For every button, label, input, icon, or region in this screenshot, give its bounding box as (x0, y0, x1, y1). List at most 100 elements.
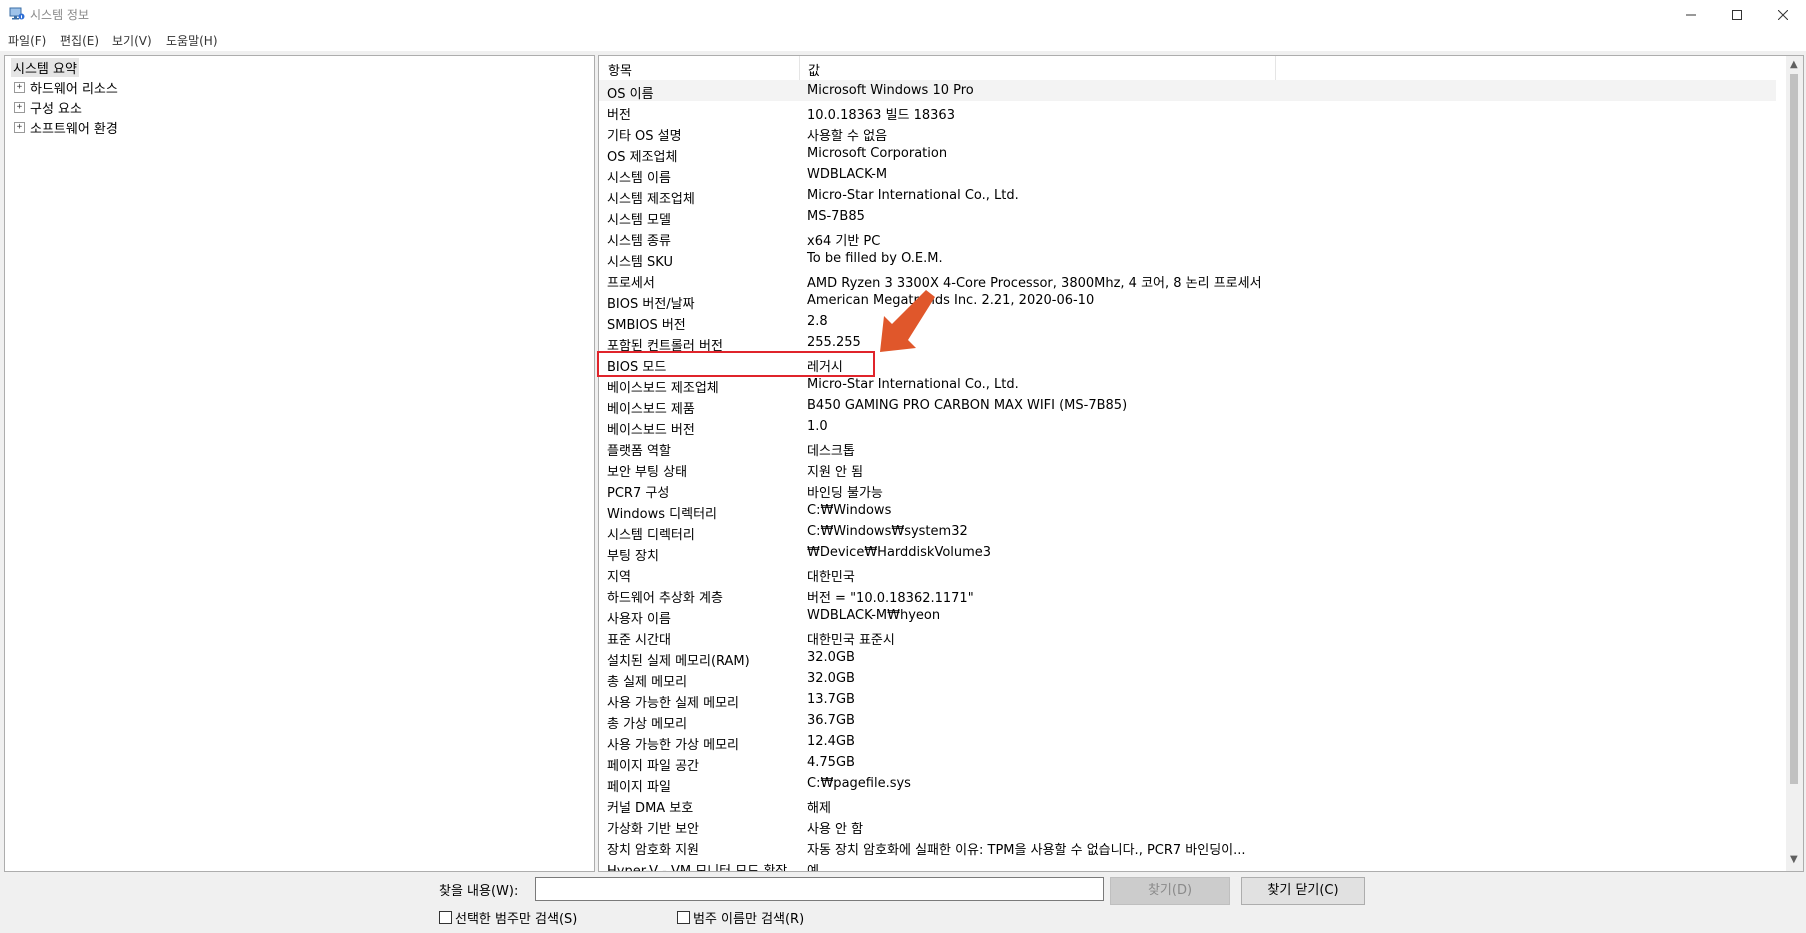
table-row[interactable]: BIOS 버전/날짜 American Megatrends Inc. 2.21,… (599, 290, 1776, 312)
row-value: 255.255 (807, 335, 861, 350)
tree-item-hardware-resources[interactable]: 하드웨어 리소스 (30, 78, 118, 97)
table-row[interactable]: Hyper-V - VM 모니터 모드 확장 예 (599, 857, 1776, 871)
table-row[interactable]: 시스템 SKU To be filled by O.E.M. (599, 248, 1776, 270)
table-row[interactable]: 총 가상 메모리 36.7GB (599, 710, 1776, 732)
table-row[interactable]: 장치 암호화 지원 자동 장치 암호화에 실패한 이유: TPM을 사용할 수 없… (599, 836, 1776, 858)
row-value: MS-7B85 (807, 209, 865, 224)
table-row[interactable]: 기타 OS 설명 사용할 수 없음 (599, 122, 1776, 144)
table-row[interactable]: 베이스보드 버전 1.0 (599, 416, 1776, 438)
table-row[interactable]: 부팅 장치 ₩Device₩HarddiskVolume3 (599, 542, 1776, 564)
row-item-label: 커널 DMA 보호 (607, 801, 694, 816)
row-item-label: 베이스보드 제품 (607, 402, 695, 417)
menu-edit[interactable]: 편집(E) (60, 32, 99, 49)
row-value: Microsoft Windows 10 Pro (807, 83, 974, 98)
row-value: 자동 장치 암호화에 실패한 이유: TPM을 사용할 수 없습니다., PCR… (807, 843, 1246, 858)
row-value: 10.0.18363 빌드 18363 (807, 108, 955, 123)
table-row[interactable]: 지역 대한민국 (599, 563, 1776, 585)
table-row[interactable]: 시스템 종류 x64 기반 PC (599, 227, 1776, 249)
maximize-button[interactable] (1714, 0, 1760, 29)
maximize-icon (1732, 9, 1742, 20)
row-value: 데스크톱 (807, 444, 855, 459)
row-item-label: 부팅 장치 (607, 549, 659, 564)
row-item-label: 베이스보드 제조업체 (607, 381, 719, 396)
table-row[interactable]: 총 실제 메모리 32.0GB (599, 668, 1776, 690)
table-row[interactable]: 표준 시간대 대한민국 표준시 (599, 626, 1776, 648)
column-divider[interactable] (1275, 56, 1276, 80)
close-find-button[interactable]: 찾기 닫기(C) (1241, 877, 1365, 905)
row-item-label: 시스템 제조업체 (607, 192, 695, 207)
row-value: To be filled by O.E.M. (807, 251, 943, 266)
window-title: 시스템 정보 (30, 8, 90, 22)
find-button[interactable]: 찾기(D) (1110, 877, 1230, 905)
expand-icon[interactable]: + (14, 102, 25, 113)
search-selected-category-checkbox[interactable]: 선택한 범주만 검색(S) (439, 908, 577, 927)
menu-view[interactable]: 보기(V) (112, 32, 152, 49)
table-row[interactable]: 페이지 파일 공간 4.75GB (599, 752, 1776, 774)
row-value: 32.0GB (807, 650, 855, 665)
close-button[interactable] (1760, 0, 1806, 29)
checkbox-icon[interactable] (677, 911, 690, 924)
vertical-scrollbar[interactable]: ▲ ▼ (1786, 56, 1803, 871)
find-label: 찾을 내용(W): (439, 884, 519, 899)
table-row[interactable]: 베이스보드 제품 B450 GAMING PRO CARBON MAX WIFI … (599, 395, 1776, 417)
table-row[interactable]: 사용 가능한 실제 메모리 13.7GB (599, 689, 1776, 711)
table-row[interactable]: 설치된 실제 메모리(RAM) 32.0GB (599, 647, 1776, 669)
scroll-thumb[interactable] (1790, 74, 1798, 784)
menu-file[interactable]: 파일(F) (8, 32, 46, 49)
row-item-label: 페이지 파일 공간 (607, 759, 699, 774)
table-row[interactable]: OS 이름 Microsoft Windows 10 Pro (599, 80, 1776, 102)
title-bar: 시스템 정보 (0, 0, 1806, 29)
scroll-up-icon[interactable]: ▲ (1790, 59, 1798, 70)
table-row[interactable]: 사용자 이름 WDBLACK-M₩hyeon (599, 605, 1776, 627)
row-item-label: 시스템 모델 (607, 213, 671, 228)
list-header: 항목 값 (599, 56, 1776, 80)
row-item-label: 플랫폼 역할 (607, 444, 671, 459)
checkbox-icon[interactable] (439, 911, 452, 924)
table-row[interactable]: 버전 10.0.18363 빌드 18363 (599, 101, 1776, 123)
row-item-label: 시스템 디렉터리 (607, 528, 695, 543)
table-row[interactable]: 프로세서 AMD Ryzen 3 3300X 4-Core Processor, … (599, 269, 1776, 291)
table-row[interactable]: Windows 디렉터리 C:₩Windows (599, 500, 1776, 522)
minimize-button[interactable] (1668, 0, 1714, 29)
table-row[interactable]: 시스템 디렉터리 C:₩Windows₩system32 (599, 521, 1776, 543)
close-icon (1778, 9, 1788, 20)
table-row[interactable]: 시스템 모델 MS-7B85 (599, 206, 1776, 228)
table-row[interactable]: 시스템 이름 WDBLACK-M (599, 164, 1776, 186)
row-value: 4.75GB (807, 755, 855, 770)
table-row[interactable]: 가상화 기반 보안 사용 안 함 (599, 815, 1776, 837)
table-row[interactable]: 포함된 컨트롤러 버전 255.255 (599, 332, 1776, 354)
row-value: 바인딩 불가능 (807, 486, 883, 501)
search-category-names-checkbox[interactable]: 범주 이름만 검색(R) (677, 908, 804, 927)
column-header-value[interactable]: 값 (808, 60, 820, 79)
table-row[interactable]: SMBIOS 버전 2.8 (599, 311, 1776, 333)
tree-item-software-environment[interactable]: 소프트웨어 환경 (30, 118, 118, 137)
row-value: C:₩Windows₩system32 (807, 524, 968, 539)
row-value: 2.8 (807, 314, 828, 329)
menu-help[interactable]: 도움말(H) (166, 32, 218, 49)
table-row[interactable]: 하드웨어 추상화 계층 버전 = "10.0.18362.1171" (599, 584, 1776, 606)
table-row[interactable]: 커널 DMA 보호 해제 (599, 794, 1776, 816)
row-item-label: 장치 암호화 지원 (607, 843, 699, 858)
scroll-down-icon[interactable]: ▼ (1790, 854, 1798, 865)
details-list[interactable]: 항목 값 OS 이름 Microsoft Windows 10 Pro 버전 10.0… (598, 55, 1804, 872)
table-row[interactable]: 사용 가능한 가상 메모리 12.4GB (599, 731, 1776, 753)
column-divider[interactable] (799, 56, 800, 80)
table-row[interactable]: 시스템 제조업체 Micro-Star International Co., Lt… (599, 185, 1776, 207)
row-value: C:₩Windows (807, 503, 892, 518)
expand-icon[interactable]: + (14, 82, 25, 93)
table-row[interactable]: 플랫폼 역할 데스크톱 (599, 437, 1776, 459)
category-tree[interactable]: 시스템 요약 + 하드웨어 리소스 + 구성 요소 + 소프트웨어 환경 (4, 55, 595, 872)
table-row[interactable]: PCR7 구성 바인딩 불가능 (599, 479, 1776, 501)
tree-item-system-summary[interactable]: 시스템 요약 (11, 58, 79, 77)
find-input[interactable] (535, 877, 1104, 901)
tree-item-components[interactable]: 구성 요소 (30, 98, 82, 117)
table-row[interactable]: 베이스보드 제조업체 Micro-Star International Co., … (599, 374, 1776, 396)
expand-icon[interactable]: + (14, 122, 25, 133)
table-row[interactable]: 보안 부팅 상태 지원 안 됨 (599, 458, 1776, 480)
row-item-label: 버전 (607, 108, 631, 123)
table-row[interactable]: BIOS 모드 레거시 (599, 353, 1776, 375)
column-header-item[interactable]: 항목 (608, 60, 632, 79)
table-row[interactable]: OS 제조업체 Microsoft Corporation (599, 143, 1776, 165)
table-row[interactable]: 페이지 파일 C:₩pagefile.sys (599, 773, 1776, 795)
row-value: ₩Device₩HarddiskVolume3 (807, 545, 992, 560)
